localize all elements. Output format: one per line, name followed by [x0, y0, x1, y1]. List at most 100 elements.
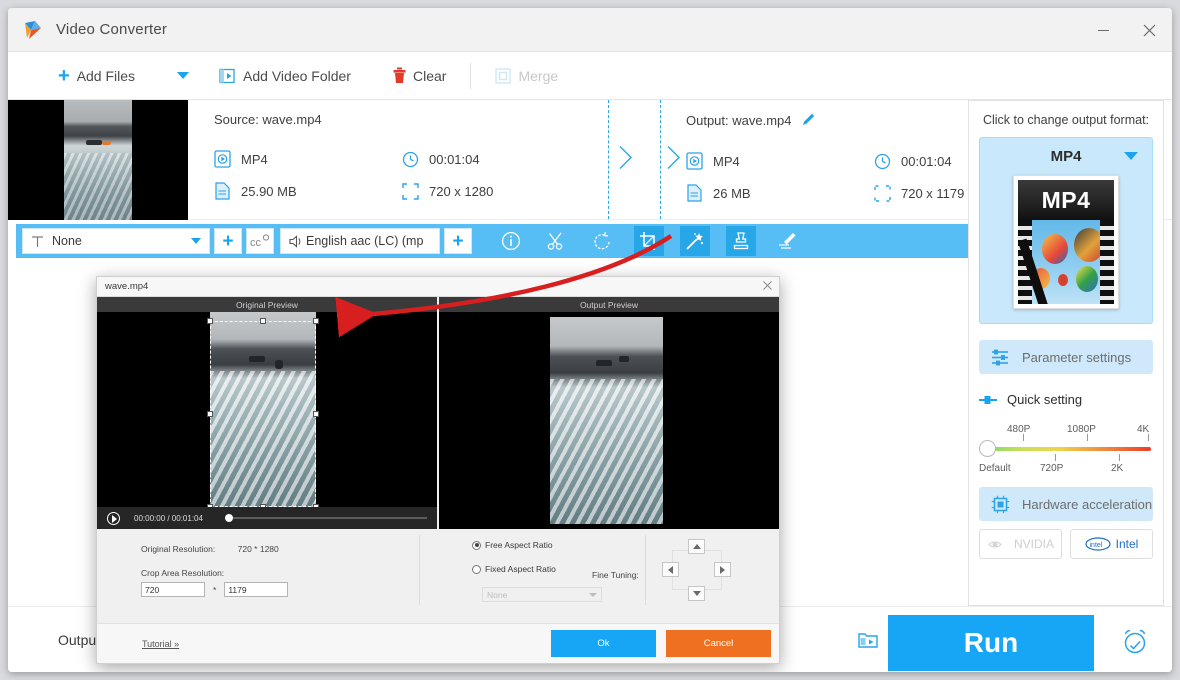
- crop-width-input[interactable]: 720: [141, 582, 205, 597]
- conversion-arrow: [590, 100, 686, 219]
- nvidia-label: NVIDIA: [1013, 537, 1054, 551]
- chevron-down-icon: [177, 72, 190, 79]
- watermark-button[interactable]: [726, 226, 756, 256]
- output-size: 26 MB: [686, 177, 874, 209]
- effect-button[interactable]: [680, 226, 710, 256]
- output-resolution-value: 720 x 1179: [901, 185, 965, 201]
- fixed-aspect-ratio-option[interactable]: Fixed Aspect Ratio: [472, 564, 556, 574]
- add-video-folder-button[interactable]: Add Video Folder: [215, 52, 355, 100]
- right-arrow-icon: [720, 565, 725, 574]
- app-logo-icon: [22, 19, 44, 41]
- nvidia-chip[interactable]: NVIDIA: [979, 529, 1062, 559]
- audio-track-select[interactable]: English aac (LC) (mp: [280, 228, 440, 254]
- toggle-icon: [979, 395, 997, 404]
- info-button[interactable]: [496, 226, 526, 256]
- pencil-icon[interactable]: [802, 112, 816, 129]
- source-size-value: 25.90 MB: [241, 183, 297, 199]
- intel-label: Intel: [1115, 537, 1139, 551]
- edit-subtitle-button[interactable]: [772, 226, 802, 256]
- player-progress-knob[interactable]: [224, 514, 233, 522]
- cc-settings-button[interactable]: cc: [246, 228, 274, 254]
- slider-knob[interactable]: [979, 440, 996, 457]
- video-folder-icon: [219, 68, 235, 83]
- intel-chip[interactable]: intel Intel: [1070, 529, 1153, 559]
- slider-tick-2k: 2K: [1111, 463, 1124, 474]
- original-preview-stage[interactable]: [97, 312, 437, 507]
- nudge-down-button[interactable]: [688, 586, 705, 601]
- nudge-up-button[interactable]: [688, 539, 705, 554]
- resolution-frame-icon: [402, 182, 419, 200]
- nudge-right-button[interactable]: [714, 562, 731, 577]
- free-aspect-radio[interactable]: [472, 540, 481, 550]
- minimize-button[interactable]: [1080, 8, 1126, 52]
- ok-label: Ok: [597, 638, 610, 649]
- rotate-button[interactable]: [588, 226, 618, 256]
- source-meta-grid: MP4 00:01:04 25.90 MB 720 x 1280: [214, 143, 590, 207]
- merge-button[interactable]: Merge: [491, 52, 562, 100]
- subtitle-select[interactable]: None: [22, 228, 210, 254]
- add-files-button[interactable]: + Add Files: [54, 52, 139, 100]
- crop-handle-n[interactable]: [260, 318, 266, 324]
- crop-dialog-close-button[interactable]: [763, 280, 772, 292]
- output-folder-icon: [858, 633, 878, 648]
- player-progress-track[interactable]: [224, 514, 427, 522]
- crop-icon: [640, 232, 658, 250]
- thumbnail-detail: [86, 140, 102, 145]
- crop-handle-nw[interactable]: [207, 318, 213, 324]
- subtitle-T-icon: [32, 235, 43, 247]
- chevron-down-icon[interactable]: [1124, 152, 1138, 160]
- hardware-acceleration-button[interactable]: Hardware acceleration: [979, 487, 1153, 521]
- crop-button[interactable]: [634, 226, 664, 256]
- fixed-aspect-radio[interactable]: [472, 564, 481, 574]
- quick-setting-header: Quick setting: [979, 392, 1153, 407]
- intel-icon: intel: [1085, 537, 1111, 551]
- crop-dialog-footer: Tutorial » Ok Cancel: [97, 623, 779, 663]
- speaker-icon: [289, 234, 301, 248]
- slider-tick-720p: 720P: [1040, 463, 1064, 474]
- clear-button[interactable]: Clear: [389, 52, 450, 100]
- close-button[interactable]: [1126, 8, 1172, 52]
- free-aspect-ratio-option[interactable]: Free Aspect Ratio: [472, 540, 553, 550]
- add-files-dropdown[interactable]: [173, 52, 193, 100]
- format-card[interactable]: MP4 MP4: [979, 137, 1153, 324]
- output-preview-caption: Output Preview: [439, 297, 779, 312]
- crop-handle-sw[interactable]: [207, 504, 213, 507]
- chevron-right-icon: [619, 145, 632, 169]
- audio-track-value: English aac (LC) (mp: [306, 234, 424, 248]
- original-resolution-label: Original Resolution:: [141, 544, 216, 554]
- fixed-aspect-label: Fixed Aspect Ratio: [485, 564, 556, 574]
- crop-handle-se[interactable]: [313, 504, 319, 507]
- crop-handle-e[interactable]: [313, 411, 319, 417]
- tutorial-link[interactable]: Tutorial »: [142, 639, 179, 649]
- alarm-clock-icon: [1124, 629, 1146, 654]
- aspect-ratio-value: None: [487, 589, 508, 600]
- plus-icon: +: [222, 230, 234, 252]
- output-folder-button[interactable]: [858, 631, 878, 654]
- fine-tuning-pad: [662, 539, 732, 601]
- thumbnail-image: [64, 100, 132, 220]
- parameter-settings-button[interactable]: Parameter settings: [979, 340, 1153, 374]
- cut-button[interactable]: [542, 226, 572, 256]
- crop-handle-s[interactable]: [260, 504, 266, 507]
- video-file-icon: [214, 150, 231, 168]
- crop-height-input[interactable]: 1179: [224, 582, 289, 597]
- add-audio-button[interactable]: +: [444, 228, 472, 254]
- resolution-frame-icon: [874, 184, 891, 202]
- source-duration-value: 00:01:04: [429, 151, 480, 167]
- cancel-button[interactable]: Cancel: [666, 630, 771, 657]
- scheduler-button[interactable]: [1120, 627, 1150, 660]
- play-icon[interactable]: [107, 511, 120, 525]
- aspect-ratio-select[interactable]: None: [482, 587, 602, 602]
- nudge-left-button[interactable]: [662, 562, 679, 577]
- crop-handle-ne[interactable]: [313, 318, 319, 324]
- source-info: Source: wave.mp4 MP4 00:01:04 25.90 MB 7…: [214, 100, 590, 219]
- run-button[interactable]: Run: [888, 615, 1094, 671]
- crop-selection-box[interactable]: [207, 318, 319, 507]
- preview-player-controls: 00:00:00 / 00:01:04: [97, 507, 437, 529]
- crop-handle-w[interactable]: [207, 411, 213, 417]
- crop-dialog: wave.mp4 Original Preview 00:00:00 / 00:…: [96, 276, 780, 664]
- quality-slider[interactable]: 480P 1080P 4K Default 720P 2K: [979, 424, 1153, 481]
- crop-dialog-titlebar: wave.mp4: [97, 277, 779, 297]
- add-subtitle-button[interactable]: +: [214, 228, 242, 254]
- ok-button[interactable]: Ok: [551, 630, 656, 657]
